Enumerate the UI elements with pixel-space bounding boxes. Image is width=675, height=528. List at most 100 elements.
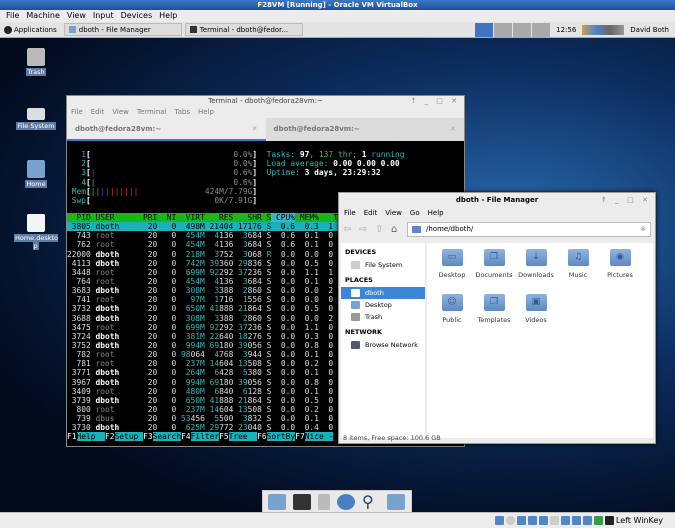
desktop-icon-file-system[interactable]: File System <box>16 108 56 130</box>
back-arrow-icon[interactable]: ⇦ <box>343 224 355 235</box>
desktop-icon-trash[interactable]: Trash <box>16 48 56 76</box>
videos-folder-icon: ▣ <box>525 294 547 311</box>
host-key-label: Left WinKey <box>615 516 663 525</box>
home-folder-icon[interactable] <box>268 494 286 510</box>
hard-disk-icon[interactable] <box>494 516 504 525</box>
htop-meter-line: 2[ 0.0%] Load average: 0.00 0.00 0.00 <box>71 159 400 169</box>
folder-videos[interactable]: ▣ Videos <box>515 294 557 339</box>
terminal-menu-help[interactable]: Help <box>198 107 214 118</box>
cpu-icon[interactable] <box>582 516 592 525</box>
terminal-tab-1[interactable]: dboth@fedora28vm:~ ✕ <box>67 118 266 141</box>
places-header: PLACES <box>345 276 373 284</box>
fm-menu-go[interactable]: Go <box>410 208 420 219</box>
menu-input[interactable]: Input <box>93 10 114 22</box>
terminal-tab-2[interactable]: dboth@fedora28vm:~ ✕ <box>266 118 465 141</box>
desktop-icon-home[interactable]: Home <box>16 160 56 188</box>
documents-folder-icon: ❐ <box>483 249 505 266</box>
user-name[interactable]: David Both <box>630 26 669 34</box>
folder-music[interactable]: ♫ Music <box>557 249 599 294</box>
sidebar-item-dboth[interactable]: dboth <box>341 287 425 299</box>
clear-icon[interactable]: ⊗ <box>640 223 646 236</box>
places-sidebar: DEVICES File System PLACES dboth Desktop… <box>341 243 425 438</box>
terminal-menu-tabs[interactable]: Tabs <box>175 107 191 118</box>
sidebar-item-browse-network[interactable]: Browse Network <box>341 339 425 351</box>
music-folder-icon: ♫ <box>567 249 589 266</box>
close-tab-icon[interactable]: ✕ <box>252 125 258 133</box>
workspace-2[interactable] <box>494 22 513 37</box>
menu-machine[interactable]: Machine <box>26 10 60 22</box>
network-icon[interactable] <box>527 516 537 525</box>
htop-meter-line: 3[| 0.6%] Uptime: 3 days, 23:29:32 <box>71 168 381 178</box>
sidebar-item-desktop[interactable]: Desktop <box>341 299 425 311</box>
applications-menu-button[interactable]: Applications <box>0 25 61 34</box>
fm-menu-view[interactable]: View <box>385 208 402 219</box>
menu-help[interactable]: Help <box>159 10 177 22</box>
dock: ⚲ <box>262 490 412 514</box>
downloads-folder-icon: ↓ <box>525 249 547 266</box>
display-icon[interactable] <box>560 516 570 525</box>
drive-icon <box>27 108 45 120</box>
drive-icon <box>351 261 360 269</box>
terminal-menu-edit[interactable]: Edit <box>91 107 105 118</box>
file-cabinet-icon[interactable] <box>318 494 330 510</box>
close-tab-icon[interactable]: ✕ <box>450 125 456 133</box>
virtualbox-title-bar: F28VM [Running] - Oracle VM VirtualBox <box>0 0 675 10</box>
home-icon[interactable]: ⌂ <box>391 224 403 235</box>
clock[interactable]: 12:56 <box>556 26 576 34</box>
htop-blank <box>67 141 464 150</box>
task-file-manager[interactable]: dboth - File Manager <box>63 23 182 36</box>
terminal-title-bar[interactable]: Terminal - dboth@fedora28vm:~ ↑ _ □ ✕ <box>67 96 464 107</box>
shared-folders-icon[interactable] <box>549 516 559 525</box>
workspace-4[interactable] <box>532 22 551 37</box>
keyboard-icon[interactable] <box>604 516 614 525</box>
fm-menu-file[interactable]: File <box>344 208 356 219</box>
folder-public[interactable]: ☺ Public <box>431 294 473 339</box>
folder-documents[interactable]: ❐ Documents <box>473 249 515 294</box>
folder-downloads[interactable]: ↓ Downloads <box>515 249 557 294</box>
devices-header: DEVICES <box>345 248 377 256</box>
menu-view[interactable]: View <box>67 10 86 22</box>
terminal-tabs: dboth@fedora28vm:~ ✕ dboth@fedora28vm:~ ✕ <box>67 118 464 141</box>
workspace-3[interactable] <box>513 22 532 37</box>
optical-drive-icon[interactable] <box>505 516 515 525</box>
forward-arrow-icon[interactable]: ⇨ <box>359 224 371 235</box>
folder-icon <box>68 26 76 33</box>
folder-desktop[interactable]: ▭ Desktop <box>431 249 473 294</box>
terminal-menu-view[interactable]: View <box>112 107 129 118</box>
window-controls[interactable]: ↑ _ □ ✕ <box>601 193 651 208</box>
audio-icon[interactable] <box>516 516 526 525</box>
workspace-1[interactable] <box>475 22 494 37</box>
up-arrow-icon[interactable]: ⇧ <box>375 224 387 235</box>
xfce-mouse-icon <box>4 25 12 34</box>
task-terminal[interactable]: Terminal - dboth@fedor... <box>184 23 303 36</box>
status-bar: 8 items, Free space: 100.6 GB <box>343 434 441 442</box>
sidebar-item-file-system[interactable]: File System <box>341 259 425 271</box>
fm-menu-help[interactable]: Help <box>428 208 444 219</box>
terminal-menu-file[interactable]: File <box>71 107 83 118</box>
pictures-folder-icon: ◉ <box>609 249 631 266</box>
usb-icon[interactable] <box>538 516 548 525</box>
terminal-menu-terminal[interactable]: Terminal <box>137 107 167 118</box>
terminal-icon[interactable] <box>293 494 311 510</box>
desktop-folder-icon <box>351 301 360 309</box>
mouse-integration-icon[interactable] <box>593 516 603 525</box>
file-manager-title-bar[interactable]: dboth - File Manager ↑ _ □ ✕ <box>339 193 655 208</box>
terminal-menu-bar: File Edit View Terminal Tabs Help <box>67 107 464 118</box>
folder-templates[interactable]: ❒ Templates <box>473 294 515 339</box>
desktop-icon-home-desktop[interactable]: Home.deskto p <box>12 214 60 250</box>
sidebar-item-trash[interactable]: Trash <box>341 311 425 323</box>
network-header: NETWORK <box>345 328 383 336</box>
search-icon[interactable]: ⚲ <box>362 494 380 510</box>
window-controls[interactable]: ↑ _ □ ✕ <box>410 96 460 107</box>
folder-icon[interactable] <box>387 494 405 510</box>
web-browser-icon[interactable] <box>337 494 355 510</box>
menu-file[interactable]: File <box>6 10 19 22</box>
folder-pictures[interactable]: ◉ Pictures <box>599 249 641 294</box>
fm-menu-edit[interactable]: Edit <box>364 208 378 219</box>
virtualbox-status-bar: Left WinKey <box>0 512 675 528</box>
video-capture-icon[interactable] <box>571 516 581 525</box>
virtualbox-menu-bar: File Machine View Input Devices Help <box>0 10 675 22</box>
path-input[interactable]: /home/dboth/⊗ <box>407 222 651 237</box>
desktop-folder-icon: ▭ <box>441 249 463 266</box>
menu-devices[interactable]: Devices <box>121 10 153 22</box>
